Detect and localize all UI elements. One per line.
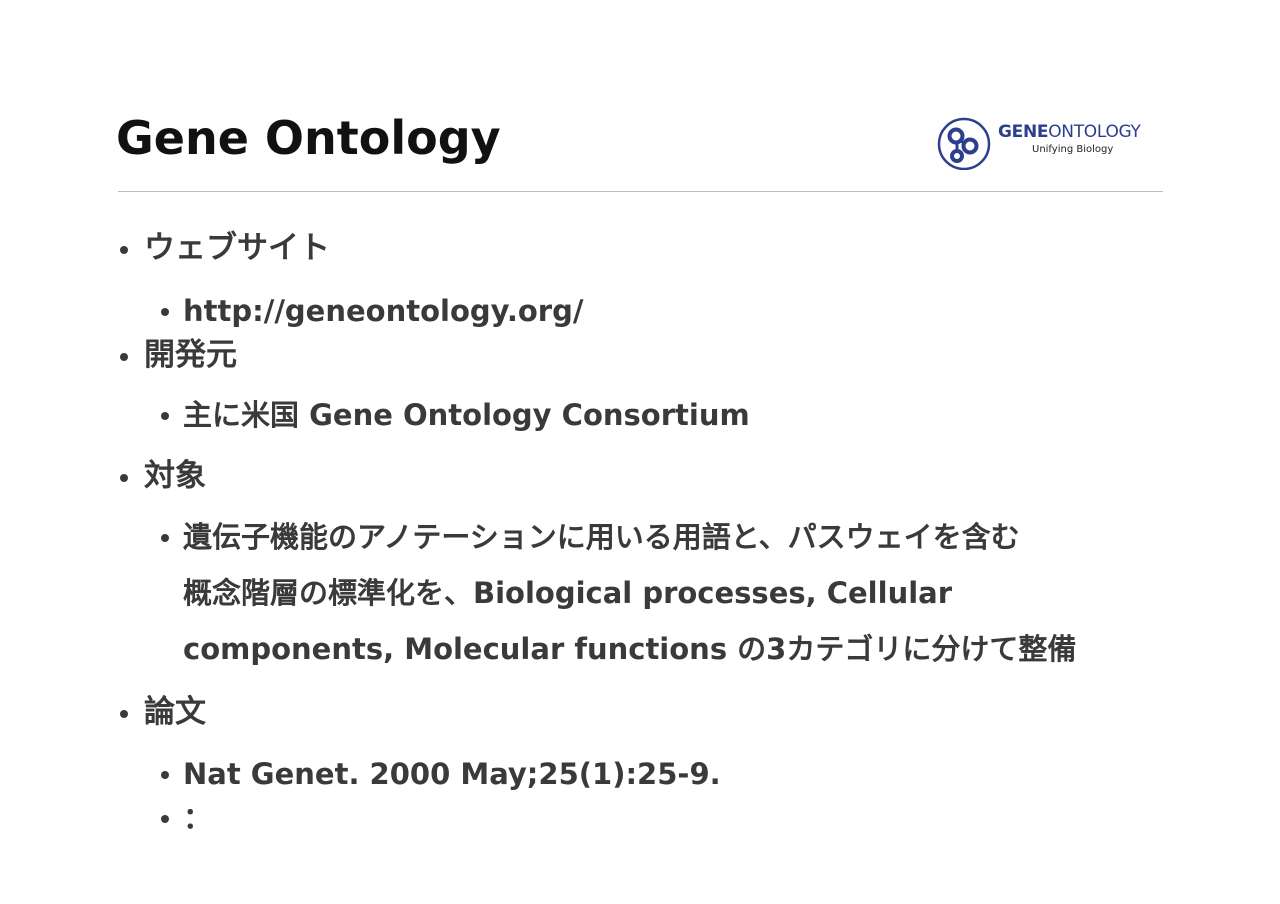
bullet-developer: 開発元 xyxy=(120,337,237,373)
target-description-line-3: components, Molecular functions の3カテゴリに分… xyxy=(183,632,1077,666)
bullet-target: 対象 xyxy=(120,458,206,494)
sub-bullet-paper-continued: ： xyxy=(160,790,212,846)
sub-bullet-developer: 主に米国 Gene Ontology Consortium xyxy=(161,387,750,443)
bullet-paper: 論文 xyxy=(120,694,206,730)
target-description-line-1: 遺伝子機能のアノテーションに用いる用語と、パスウェイを含む xyxy=(183,520,1020,554)
logo-ontology-text: ONTOLOGY xyxy=(1048,122,1141,142)
logo-gene-text: GENE xyxy=(998,122,1049,142)
gene-ontology-logo: GENEONTOLOGY Unifying Biology xyxy=(936,114,1156,174)
logo-tagline: Unifying Biology xyxy=(1032,144,1114,155)
gene-ontology-logo-icon xyxy=(937,117,991,170)
logo-wordmark: GENEONTOLOGY xyxy=(998,122,1141,142)
target-description-line-2: 概念階層の標準化を、Biological processes, Cellular xyxy=(183,576,953,610)
sub-bullet-website-url[interactable]: http://geneontology.org/ xyxy=(160,283,583,339)
slide: Gene Ontology GENEONTOLOGY Unifying Biol… xyxy=(0,0,1280,904)
sub-bullet-target-description: 遺伝子機能のアノテーションに用いる用語と、パスウェイを含む 概念階層の標準化を、… xyxy=(161,509,1173,677)
bullet-website: ウェブサイト xyxy=(120,230,330,266)
title-divider xyxy=(118,191,1163,192)
slide-title: Gene Ontology xyxy=(116,111,501,165)
sub-bullet-paper-citation: Nat Genet. 2000 May;25(1):25-9. xyxy=(161,746,721,802)
